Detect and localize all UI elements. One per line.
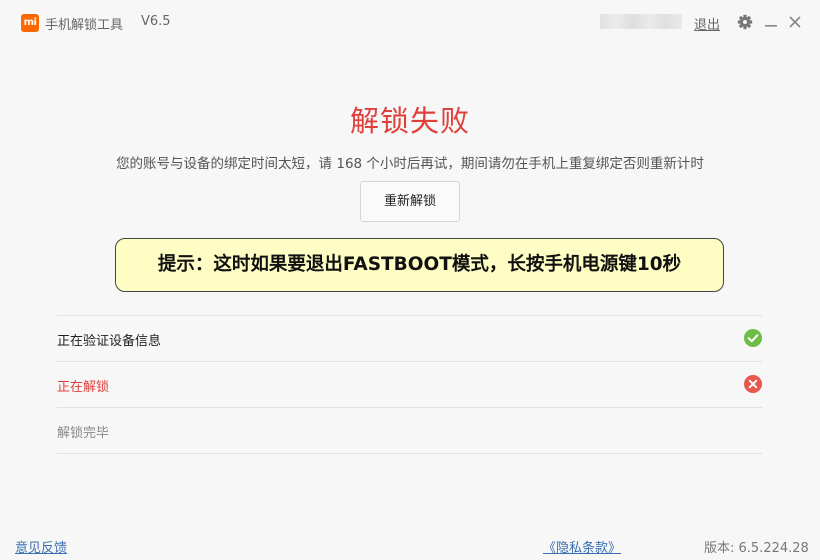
x-circle-icon	[744, 375, 762, 393]
fastboot-tip-callout: 提示：这时如果要退出FASTBOOT模式，长按手机电源键10秒	[115, 238, 724, 292]
version-info: 版本: 6.5.224.28	[704, 541, 809, 556]
unlock-tool-window: mi 手机解锁工具 V6.5 退出 解锁失败 您的账号与设备的绑定时间太短，请 …	[0, 0, 820, 560]
title-bar: mi 手机解锁工具 V6.5 退出	[0, 0, 820, 46]
step-row-unlocking: 正在解锁	[57, 362, 762, 408]
result-title: 解锁失败	[349, 104, 470, 138]
step-row-verify: 正在验证设备信息	[57, 316, 762, 362]
app-title: 手机解锁工具	[45, 18, 124, 33]
check-circle-icon	[744, 329, 762, 347]
account-name-blurred	[600, 14, 682, 29]
close-icon[interactable]	[786, 12, 804, 32]
privacy-policy-link[interactable]: 《隐私条款》	[543, 537, 621, 556]
step-label: 解锁完毕	[57, 426, 110, 441]
logout-link[interactable]: 退出	[694, 14, 720, 33]
step-label: 正在验证设备信息	[57, 334, 162, 349]
unlock-steps-list: 正在验证设备信息 正在解锁 解锁完毕	[57, 315, 762, 454]
gear-icon[interactable]	[736, 12, 754, 32]
step-row-complete: 解锁完毕	[57, 408, 762, 454]
mi-logo: mi	[21, 14, 39, 32]
step-label: 正在解锁	[57, 380, 110, 395]
result-message: 您的账号与设备的绑定时间太短，请 168 个小时后再试，期间请勿在手机上重复绑定…	[116, 156, 704, 172]
feedback-link[interactable]: 意见反馈	[15, 537, 67, 556]
minimize-icon[interactable]	[762, 12, 780, 32]
retry-unlock-button[interactable]: 重新解锁	[360, 181, 460, 222]
app-version: V6.5	[141, 14, 171, 29]
